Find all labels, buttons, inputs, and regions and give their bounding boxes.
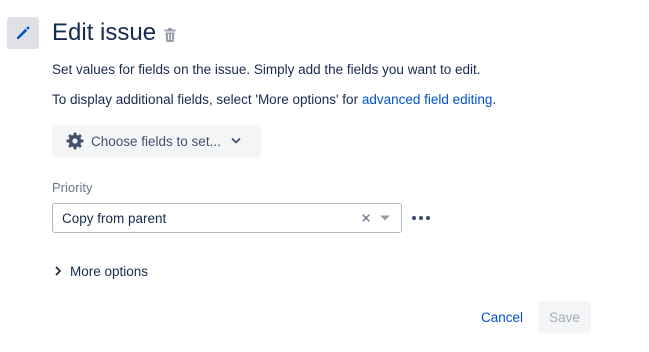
more-options-label: More options — [70, 263, 149, 279]
priority-label: Priority — [52, 180, 93, 195]
edit-issue-icon-box — [7, 17, 39, 49]
choose-fields-button[interactable]: Choose fields to set... — [52, 125, 261, 157]
save-button[interactable]: Save — [538, 301, 591, 333]
description-prefix: To display additional fields, select 'Mo… — [52, 92, 362, 107]
gear-icon — [66, 132, 84, 150]
chevron-right-icon — [54, 266, 62, 276]
chevron-down-icon — [231, 137, 241, 145]
advanced-field-editing-link[interactable]: advanced field editing — [362, 92, 493, 107]
page-header: Edit issue — [52, 17, 176, 49]
description-line-1: Set values for fields on the issue. Simp… — [52, 62, 481, 77]
choose-fields-label: Choose fields to set... — [91, 133, 221, 149]
description-suffix: . — [492, 92, 497, 107]
description-line-2: To display additional fields, select 'Mo… — [52, 92, 496, 107]
priority-value: Copy from parent — [62, 210, 167, 226]
priority-select[interactable]: Copy from parent — [52, 203, 402, 233]
more-options-toggle[interactable]: More options — [54, 262, 148, 280]
page-title: Edit issue — [52, 19, 157, 46]
pencil-icon — [14, 24, 32, 42]
close-icon[interactable] — [361, 213, 371, 223]
cancel-button[interactable]: Cancel — [473, 302, 531, 332]
trash-icon[interactable] — [164, 28, 176, 42]
caret-down-icon[interactable] — [379, 214, 391, 222]
more-horizontal-icon[interactable] — [410, 210, 432, 226]
